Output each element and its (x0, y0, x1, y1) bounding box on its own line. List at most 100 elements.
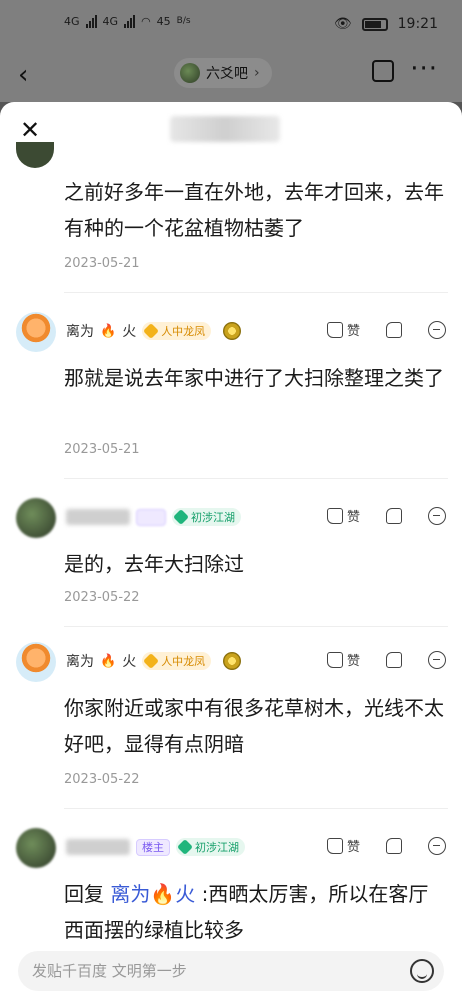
network-indicators: 4G 4G ◠ 45 B/s (64, 14, 191, 28)
like-label: 赞 (346, 654, 360, 669)
reply-mention[interactable]: 离为🔥火 (110, 882, 195, 906)
thumb-up-icon (326, 651, 343, 668)
like-button[interactable]: 赞 (326, 650, 360, 669)
like-label: 赞 (346, 510, 360, 525)
divider (64, 808, 448, 809)
user-row: 楼主 初涉江湖 (66, 836, 245, 858)
network-label-2: 4G (102, 14, 119, 28)
username[interactable]: 离为 (66, 651, 94, 671)
medal-icon (223, 322, 242, 340)
fire-icon: 🔥 (100, 653, 117, 669)
reply-input-box (18, 951, 444, 991)
speed-unit: B/s (176, 16, 191, 26)
comment-text: 那就是说去年家中进行了大扫除整理之类了 (64, 366, 444, 390)
username-suffix: 火 (122, 654, 137, 670)
comment-actions: 赞 (326, 650, 446, 669)
thumb-down-icon[interactable] (386, 507, 402, 524)
chevron-left-icon[interactable]: ‹ (18, 60, 28, 90)
level-badge: 初涉江湖 (172, 508, 241, 526)
fire-icon: 🔥 (100, 323, 117, 339)
network-label-1: 4G (64, 14, 80, 28)
owner-badge: 楼主 (136, 838, 170, 856)
signal-icon-2 (124, 14, 136, 28)
clock: 19:21 (397, 16, 438, 32)
comment-date: 2023-05-21 (64, 256, 140, 271)
more-options-icon[interactable] (428, 836, 446, 855)
user-row: 初涉江湖 (66, 506, 241, 528)
eye-icon: 👁 (333, 16, 352, 32)
gem-icon (143, 323, 160, 339)
close-icon[interactable]: ✕ (20, 118, 40, 142)
more-options-icon[interactable] (428, 650, 446, 669)
divider (64, 292, 448, 293)
like-label: 赞 (346, 324, 360, 339)
reply-prefix: 回复 (64, 882, 104, 906)
comment-date: 2023-05-22 (64, 590, 140, 605)
thumb-up-icon (326, 507, 343, 524)
level-badge: 人中龙凤 (142, 322, 212, 340)
divider (64, 478, 448, 479)
status-bar: 4G 4G ◠ 45 B/s 👁 19:21 (0, 0, 462, 50)
more-dots-icon[interactable]: ··· (410, 54, 438, 84)
divider (64, 626, 448, 627)
thumb-down-icon[interactable] (386, 837, 402, 854)
status-right: 👁 19:21 (334, 16, 438, 32)
comment-date: 2023-05-21 (64, 442, 140, 457)
comment-date: 2023-05-22 (64, 772, 140, 787)
more-options-icon[interactable] (428, 506, 446, 525)
speed-value: 45 (156, 14, 171, 28)
like-label: 赞 (346, 840, 360, 855)
username-blurred[interactable] (66, 839, 130, 855)
forum-pill[interactable]: 六爻吧 › (174, 58, 272, 88)
app-bar: ‹ 六爻吧 › ··· (0, 50, 462, 102)
level-badge-label: 人中龙凤 (161, 325, 206, 338)
forum-avatar (180, 63, 200, 83)
thumb-up-icon (326, 321, 343, 338)
battery-icon (361, 17, 388, 31)
username[interactable]: 离为 (66, 321, 94, 341)
thumb-up-icon (326, 837, 343, 854)
input-bar (0, 940, 462, 1000)
user-row: 离为 🔥 火 人中龙凤 (66, 650, 242, 672)
medal-icon (223, 652, 242, 670)
like-button[interactable]: 赞 (326, 506, 360, 525)
sheet-title-blurred (170, 116, 280, 142)
chevron-right-icon: › (254, 65, 260, 81)
gem-icon (173, 509, 189, 525)
username-blurred[interactable] (66, 509, 130, 525)
user-row: 离为 🔥 火 人中龙凤 (66, 320, 242, 342)
owner-badge-blurred (136, 508, 166, 526)
wifi-icon: ◠ (141, 14, 151, 28)
level-badge-label: 初涉江湖 (191, 511, 235, 524)
thumb-down-icon[interactable] (386, 321, 402, 338)
avatar[interactable] (16, 498, 56, 538)
like-button[interactable]: 赞 (326, 836, 360, 855)
avatar[interactable] (16, 312, 56, 352)
thumb-down-icon[interactable] (386, 651, 402, 668)
username-suffix: 火 (122, 324, 137, 340)
comment-actions: 赞 (326, 320, 446, 339)
comment-text: 是的，去年大扫除过 (64, 552, 244, 576)
avatar[interactable] (16, 828, 56, 868)
sheet-header: ✕ (0, 102, 462, 160)
avatar (16, 142, 54, 168)
comment-text: 回复 离为🔥火 :西晒太厉害，所以在客厅西面摆的绿植比较多 (64, 876, 448, 948)
more-options-icon[interactable] (428, 320, 446, 339)
reply-sheet: ✕ 之前好多年一直在外地，去年才回来，去年有种的一个花盆植物枯萎了 2023-0… (0, 102, 462, 1000)
like-button[interactable]: 赞 (326, 320, 360, 339)
edit-icon[interactable] (372, 60, 394, 82)
level-badge-label: 初涉江湖 (195, 841, 239, 854)
forum-name: 六爻吧 (206, 66, 248, 82)
avatar[interactable] (16, 642, 56, 682)
signal-icon (85, 14, 97, 28)
gem-icon (177, 839, 193, 855)
gem-icon (143, 653, 160, 669)
level-badge: 人中龙凤 (142, 652, 212, 670)
comment-actions: 赞 (326, 506, 446, 525)
reply-input[interactable] (18, 951, 378, 991)
level-badge: 初涉江湖 (176, 838, 245, 856)
emoji-icon[interactable] (410, 959, 434, 983)
comment-text: 之前好多年一直在外地，去年才回来，去年有种的一个花盆植物枯萎了 (64, 180, 444, 240)
level-badge-label: 人中龙凤 (161, 655, 206, 668)
comment-text: 你家附近或家中有很多花草树木，光线不太好吧，显得有点阴暗 (64, 696, 444, 756)
